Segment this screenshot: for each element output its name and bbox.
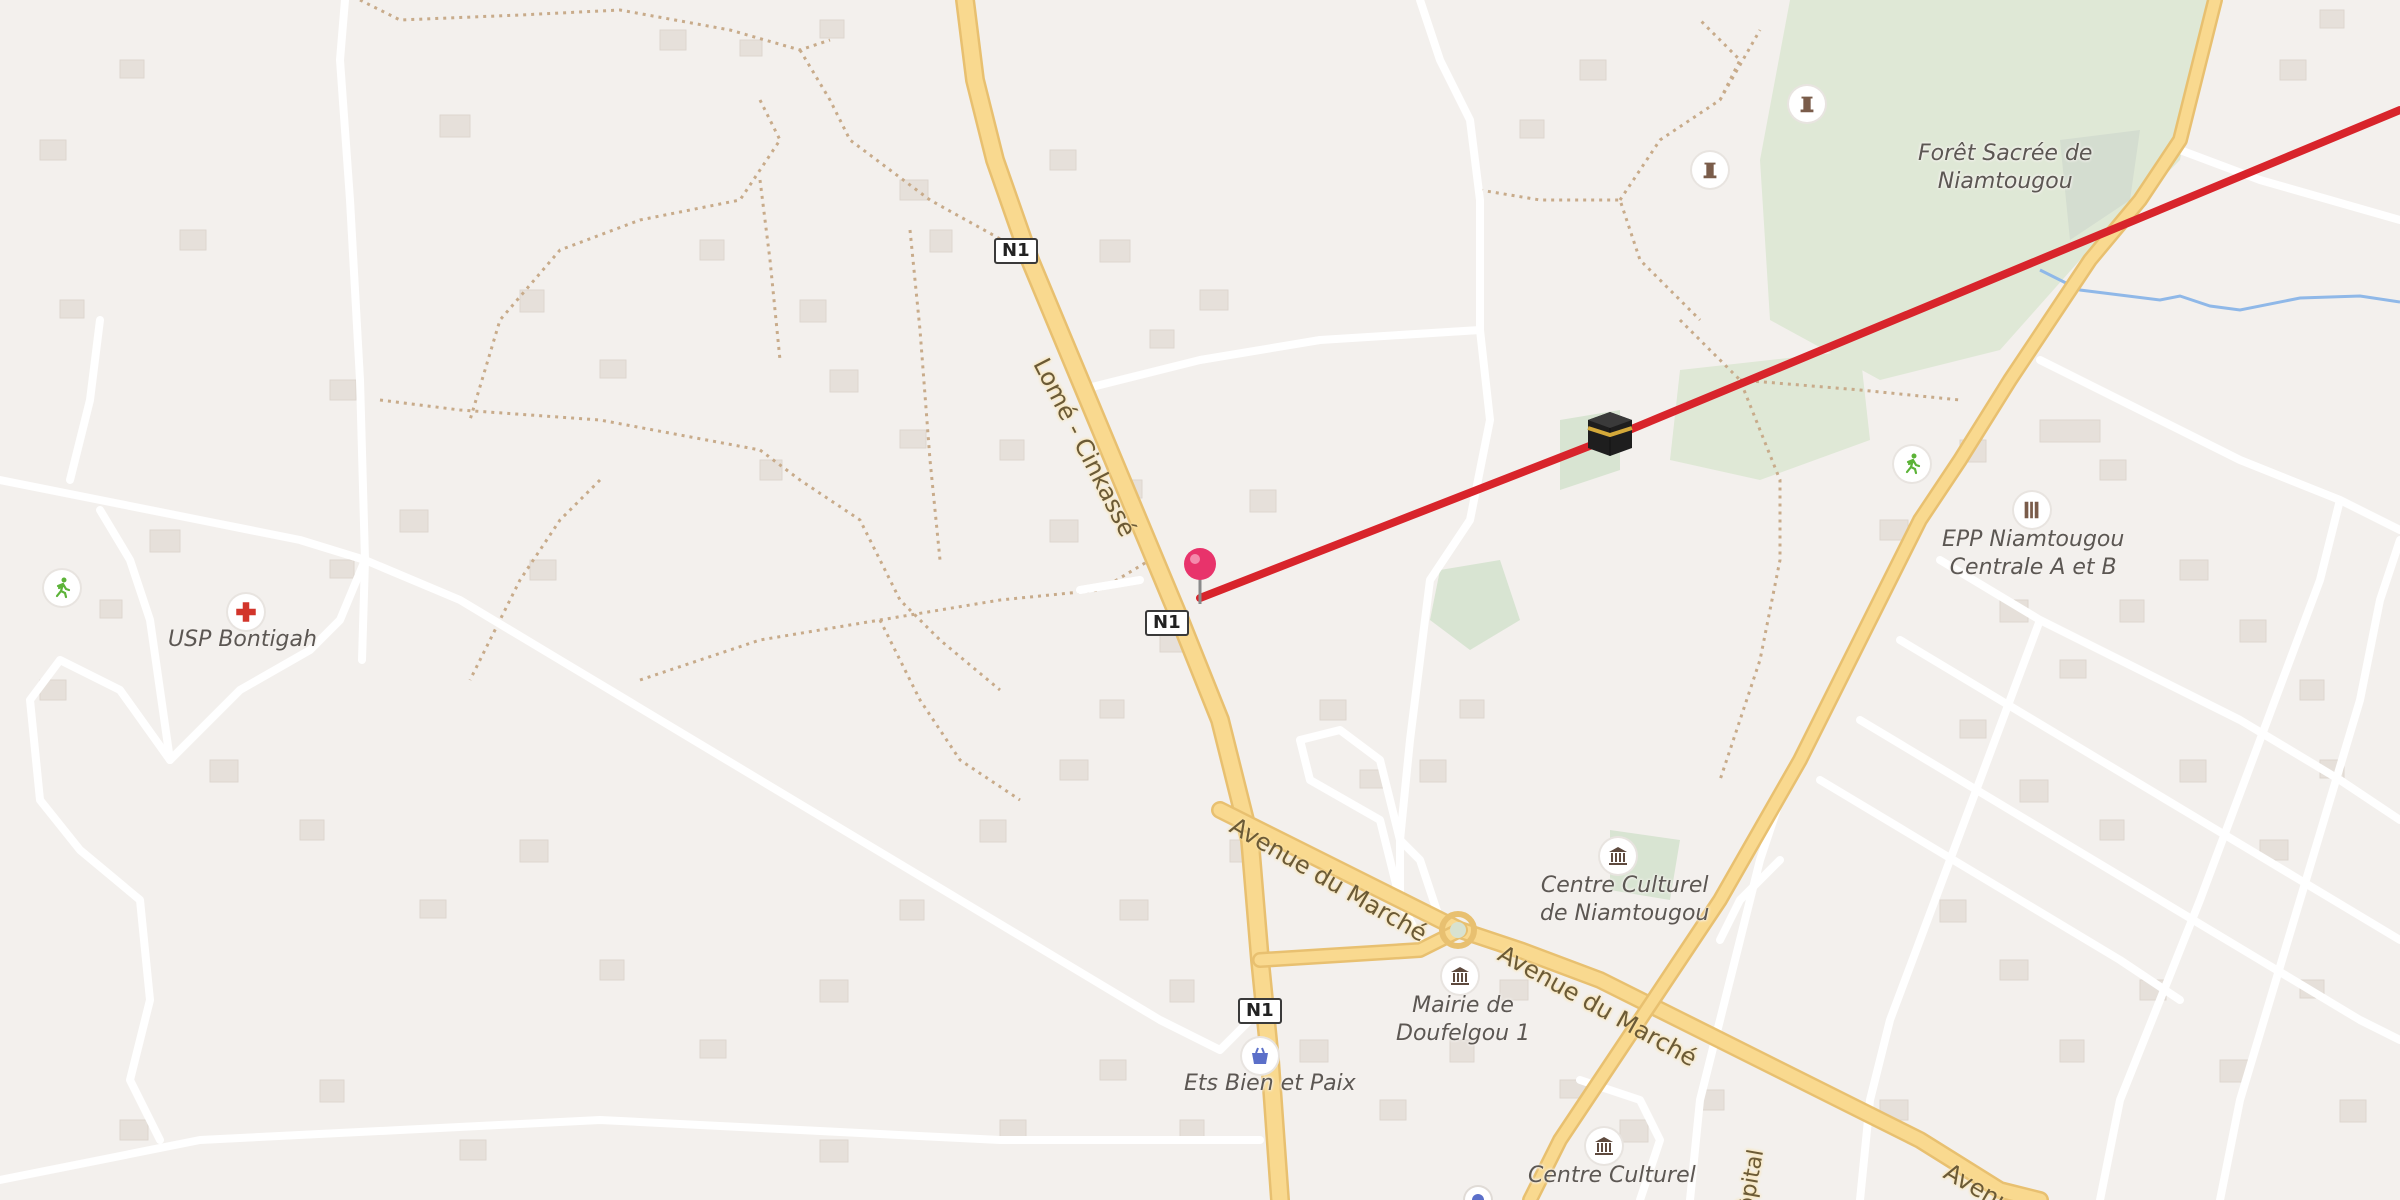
shop-icon[interactable] [1242, 1038, 1278, 1074]
place-label-epp-niamtougou: EPP Niamtougou Centrale A et B [1942, 526, 2124, 582]
school-icon[interactable] [2014, 492, 2050, 528]
place-label-line: Centrale A et B [1949, 555, 2117, 580]
route-shield-n1: N1 [1145, 610, 1189, 636]
museum-icon[interactable] [1600, 838, 1636, 874]
sports-icon[interactable] [44, 570, 80, 606]
sports-icon[interactable] [1894, 446, 1930, 482]
place-label-line: Forêt Sacrée de [1918, 141, 2093, 166]
map-canvas[interactable]: Lomé - Cinkassé Avenue du Marché Avenue … [0, 0, 2400, 1200]
map-marker-partial-icon[interactable] [1462, 1184, 1494, 1200]
route-shield-n1: N1 [994, 238, 1038, 264]
map-pin-icon[interactable] [1180, 546, 1220, 606]
park-area [1430, 560, 1520, 650]
museum-icon[interactable] [1586, 1128, 1622, 1164]
place-label-foret-sacree: Forêt Sacrée de Niamtougou [1918, 140, 2092, 196]
place-label-mairie: Mairie de Doufelgou 1 [1396, 992, 1530, 1048]
memorial-icon[interactable] [1789, 86, 1825, 122]
place-label-line: Niamtougou [1937, 169, 2073, 194]
place-label-usp-bontigah: USP Bontigah [168, 627, 317, 652]
place-label-line: Doufelgou 1 [1396, 1021, 1531, 1046]
place-label-ets-bien-paix: Ets Bien et Paix [1184, 1071, 1356, 1096]
place-label-line: de Niamtougou [1540, 901, 1710, 926]
memorial-icon[interactable] [1692, 152, 1728, 188]
place-label-line: Mairie de [1412, 993, 1514, 1018]
hospital-icon[interactable] [228, 594, 264, 630]
place-label-line: Centre Culturel [1540, 873, 1709, 898]
place-label-centre-culturel-bottom: Centre Culturel [1528, 1163, 1696, 1188]
kaaba-icon[interactable] [1582, 404, 1638, 460]
route-shield-n1: N1 [1238, 998, 1282, 1024]
place-label-line: EPP Niamtougou [1942, 527, 2125, 552]
stream [2039, 268, 2400, 312]
place-label-centre-culturel: Centre Culturel de Niamtougou [1540, 872, 1709, 928]
town-hall-icon[interactable] [1442, 958, 1478, 994]
